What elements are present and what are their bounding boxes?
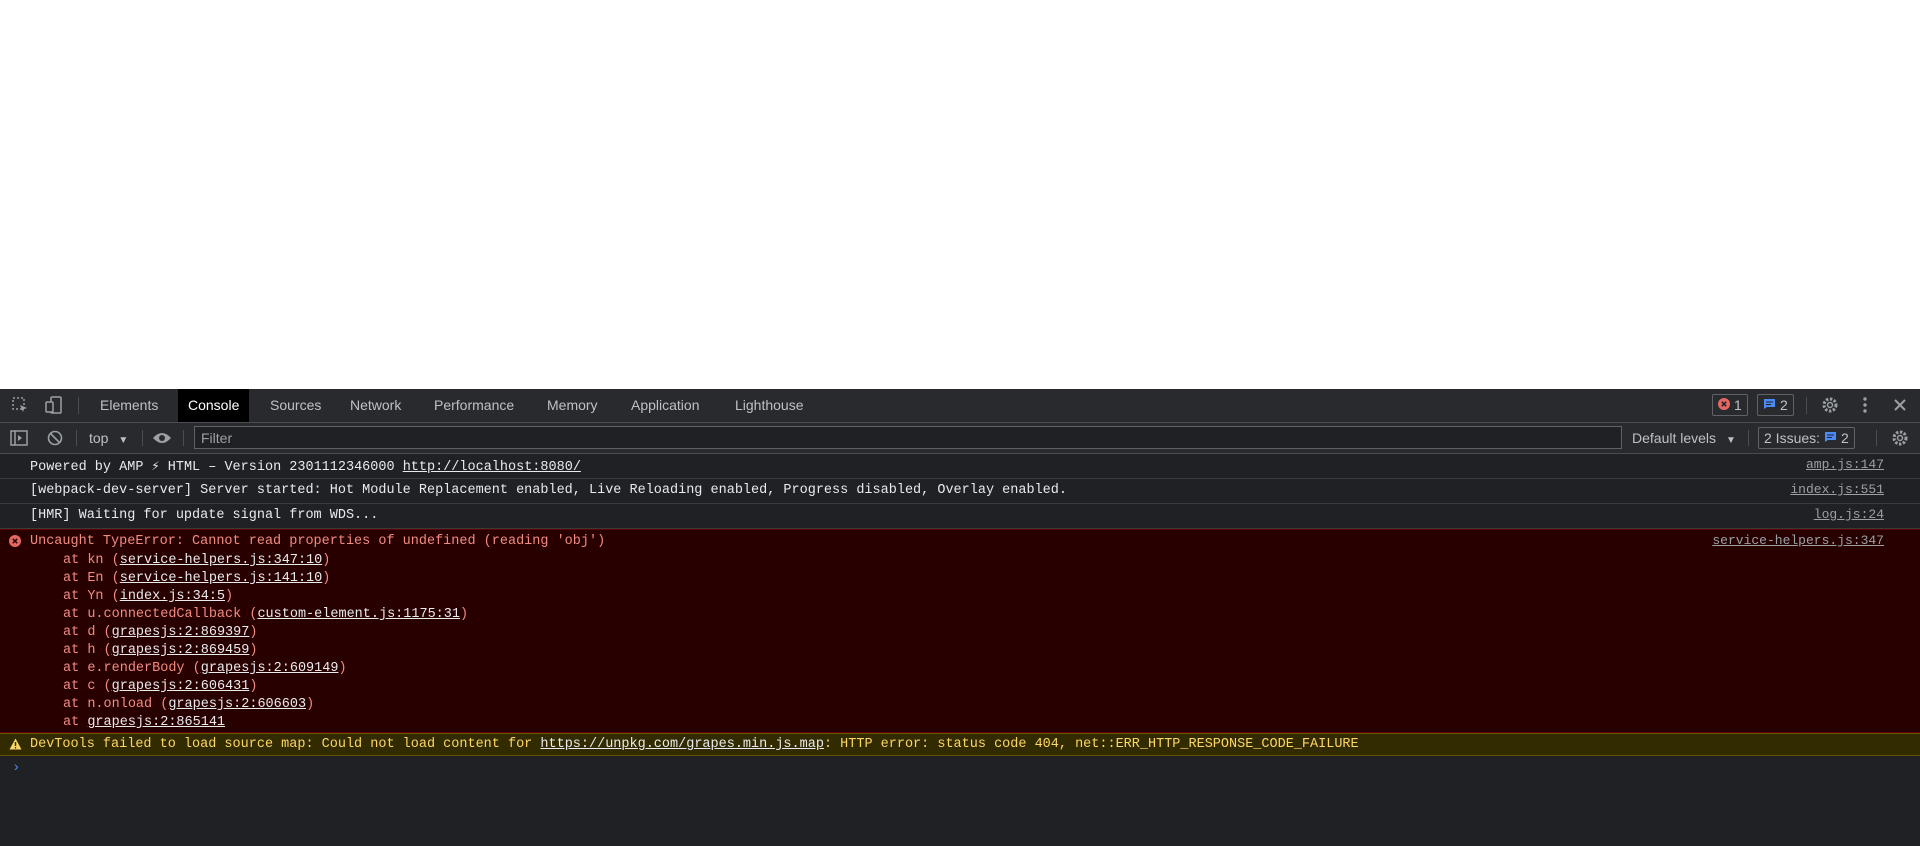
issues-count: 2 [1841, 430, 1849, 446]
message-icon [1763, 397, 1776, 413]
source-link[interactable]: log.js:24 [1814, 507, 1884, 522]
stack-location-link[interactable]: index.js:34:5 [120, 589, 225, 604]
stack-location-link[interactable]: grapesjs:2:606431 [112, 679, 250, 694]
console-messages: Powered by AMP ⚡ HTML – Version 23011123… [0, 454, 1920, 786]
separator [142, 430, 143, 446]
separator [1806, 397, 1807, 414]
console-message: Powered by AMP ⚡ HTML – Version 23011123… [0, 454, 1920, 479]
separator [1748, 430, 1749, 446]
device-toolbar-icon[interactable] [44, 395, 64, 415]
console-prompt-row[interactable]: › [0, 756, 1920, 786]
stack-frame: at En (service-helpers.js:141:10) [63, 571, 331, 586]
stack-location-link[interactable]: service-helpers.js:347:10 [120, 553, 323, 568]
stack-location-link[interactable]: grapesjs:2:869397 [112, 625, 250, 640]
stack-trace: at kn (service-helpers.js:347:10) at En … [63, 552, 468, 732]
stack-function: n.onload [87, 697, 153, 712]
stack-frame: at e.renderBody (grapesjs:2:609149) [63, 661, 347, 676]
stack-function: En [87, 571, 104, 586]
stack-function: e.renderBody [87, 661, 185, 676]
clear-console-icon[interactable] [45, 428, 65, 448]
issues-badge[interactable]: 2 Issues: 2 [1758, 427, 1855, 449]
error-count-badge[interactable]: 1 [1712, 394, 1748, 416]
stack-location-link[interactable]: grapesjs:2:869459 [112, 643, 250, 658]
tab-lighthouse[interactable]: Lighthouse [725, 389, 814, 422]
inspect-element-icon[interactable] [10, 395, 30, 415]
issues-label: 2 Issues: [1764, 430, 1821, 446]
devtools-tabbar: Elements Console Sources Network Perform… [0, 389, 1920, 423]
console-message: [HMR] Waiting for update signal from WDS… [0, 504, 1920, 529]
stack-location-link[interactable]: grapesjs:2:606603 [168, 697, 306, 712]
dropdown-arrow-icon: ▼ [118, 435, 129, 446]
error-icon [9, 535, 21, 552]
show-sidebar-icon[interactable] [9, 428, 29, 448]
filter-field[interactable] [194, 426, 1622, 449]
live-expression-eye-icon[interactable] [152, 428, 172, 448]
warning-text-suffix: : HTTP error: status code 404, net::ERR_… [823, 737, 1359, 752]
tab-sources[interactable]: Sources [260, 389, 331, 422]
separator [76, 430, 77, 446]
log-levels-label: Default levels [1632, 430, 1717, 446]
stack-function: Yn [87, 589, 104, 604]
close-icon[interactable] [1890, 395, 1910, 415]
stack-frame: at n.onload (grapesjs:2:606603) [63, 697, 315, 712]
tab-elements[interactable]: Elements [90, 389, 168, 422]
stack-location-link[interactable]: grapesjs:2:865141 [87, 715, 225, 730]
warning-icon [9, 738, 22, 755]
message-link[interactable]: http://localhost:8080/ [403, 460, 581, 475]
more-options-icon[interactable] [1855, 395, 1875, 415]
stack-location-link[interactable]: custom-element.js:1175:31 [257, 607, 460, 622]
separator [1876, 430, 1877, 446]
dropdown-arrow-icon: ▼ [1725, 435, 1736, 446]
source-link[interactable]: amp.js:147 [1806, 457, 1884, 472]
stack-frame: at c (grapesjs:2:606431) [63, 679, 258, 694]
stack-location-link[interactable]: grapesjs:2:609149 [201, 661, 339, 676]
stack-frame: at grapesjs:2:865141 [63, 715, 226, 730]
console-settings-gear-icon[interactable] [1890, 428, 1910, 448]
message-text: [HMR] Waiting for update signal from WDS… [30, 508, 379, 523]
context-selector[interactable]: top ▼ [89, 423, 128, 453]
tab-console[interactable]: Console [178, 389, 250, 422]
stack-function: u.connectedCallback [87, 607, 242, 622]
warning-text: DevTools failed to load source map: Coul… [30, 737, 541, 752]
error-text[interactable]: Uncaught TypeError: Cannot read properti… [30, 534, 605, 549]
source-link[interactable]: index.js:551 [1790, 482, 1884, 497]
separator [183, 430, 184, 446]
prompt-chevron-icon: › [12, 760, 21, 776]
tab-network[interactable]: Network [340, 389, 411, 422]
page-viewport [0, 0, 1920, 389]
console-toolbar: top ▼ Default levels ▼ 2 Issues: 2 [0, 423, 1920, 454]
warning-url-link[interactable]: https://unpkg.com/grapes.min.js.map [540, 737, 824, 752]
message-count: 2 [1780, 397, 1788, 413]
stack-function: c [87, 679, 96, 694]
source-link[interactable]: service-helpers.js:347 [1712, 533, 1884, 548]
stack-frame: at Yn (index.js:34:5) [63, 589, 234, 604]
tab-application[interactable]: Application [621, 389, 710, 422]
stack-frame: at u.connectedCallback (custom-element.j… [63, 607, 469, 622]
tab-performance[interactable]: Performance [424, 389, 524, 422]
stack-frame: at d (grapesjs:2:869397) [63, 625, 258, 640]
error-count: 1 [1734, 397, 1742, 413]
error-icon [1718, 397, 1730, 413]
stack-frame: at h (grapesjs:2:869459) [63, 643, 258, 658]
console-warning-message: DevTools failed to load source map: Coul… [0, 733, 1920, 756]
settings-gear-icon[interactable] [1820, 395, 1840, 415]
log-levels-dropdown[interactable]: Default levels ▼ [1632, 423, 1736, 453]
stack-location-link[interactable]: service-helpers.js:141:10 [120, 571, 323, 586]
stack-function: kn [87, 553, 104, 568]
tab-memory[interactable]: Memory [537, 389, 608, 422]
separator [78, 397, 79, 414]
filter-input[interactable] [195, 427, 1621, 448]
context-label: top [89, 430, 109, 446]
stack-function: h [87, 643, 96, 658]
message-count-badge[interactable]: 2 [1757, 394, 1794, 416]
devtools-panel: Elements Console Sources Network Perform… [0, 389, 1920, 846]
message-text: Powered by AMP ⚡ HTML – Version 23011123… [30, 460, 403, 475]
console-message: [webpack-dev-server] Server started: Hot… [0, 479, 1920, 504]
message-text: [webpack-dev-server] Server started: Hot… [30, 483, 1067, 498]
console-error-message: Uncaught TypeError: Cannot read properti… [0, 529, 1920, 733]
stack-frame: at kn (service-helpers.js:347:10) [63, 553, 331, 568]
message-icon [1824, 430, 1837, 446]
stack-function: d [87, 625, 96, 640]
